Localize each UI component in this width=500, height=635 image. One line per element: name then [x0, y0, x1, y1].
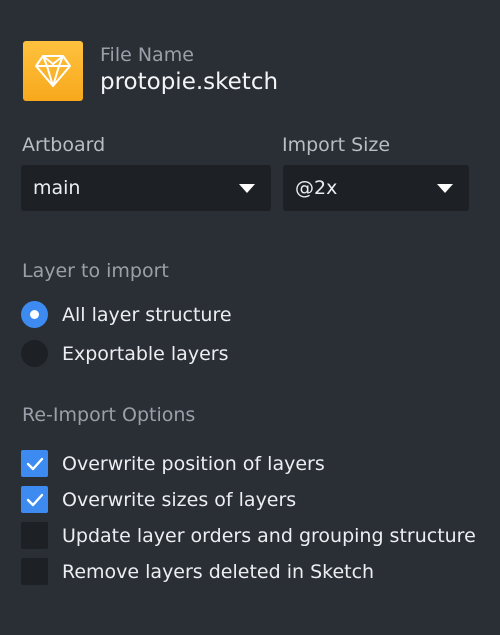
- import-size-select[interactable]: @2x: [283, 165, 469, 211]
- checkbox-label: Overwrite sizes of layers: [62, 488, 297, 511]
- checkbox-overwrite-position[interactable]: Overwrite position of layers: [21, 450, 325, 477]
- checkmark-icon: [26, 457, 43, 470]
- checkbox-overwrite-sizes[interactable]: Overwrite sizes of layers: [21, 486, 296, 513]
- artboard-value: main: [33, 177, 81, 199]
- file-name-label: File Name: [100, 44, 194, 66]
- file-name-value: protopie.sketch: [100, 69, 279, 95]
- checkbox-unchecked[interactable]: [21, 558, 48, 585]
- layer-to-import-title: Layer to import: [22, 260, 169, 282]
- artboard-select[interactable]: main: [21, 165, 271, 211]
- checkbox-label: Update layer orders and grouping structu…: [62, 524, 476, 547]
- radio-button-selected[interactable]: [21, 301, 48, 328]
- checkbox-checked[interactable]: [21, 450, 48, 477]
- checkbox-update-layer-orders[interactable]: Update layer orders and grouping structu…: [21, 522, 476, 549]
- artboard-label: Artboard: [22, 134, 106, 156]
- radio-all-layer-structure[interactable]: All layer structure: [21, 301, 232, 328]
- checkmark-icon: [26, 493, 43, 506]
- reimport-options-title: Re-Import Options: [22, 404, 196, 426]
- radio-exportable-layers[interactable]: Exportable layers: [21, 340, 228, 367]
- checkbox-label: Overwrite position of layers: [62, 452, 325, 475]
- import-size-value: @2x: [295, 177, 338, 199]
- sketch-file-icon: [23, 41, 83, 101]
- import-size-label: Import Size: [282, 134, 391, 156]
- chevron-down-icon: [239, 183, 255, 193]
- chevron-down-icon: [437, 183, 453, 193]
- checkbox-unchecked[interactable]: [21, 522, 48, 549]
- radio-button[interactable]: [21, 340, 48, 367]
- radio-label: Exportable layers: [62, 342, 229, 365]
- radio-label: All layer structure: [62, 303, 232, 326]
- sketch-diamond-icon: [35, 55, 71, 87]
- checkbox-label: Remove layers deleted in Sketch: [62, 560, 375, 583]
- checkbox-remove-deleted-layers[interactable]: Remove layers deleted in Sketch: [21, 558, 374, 585]
- checkbox-checked[interactable]: [21, 486, 48, 513]
